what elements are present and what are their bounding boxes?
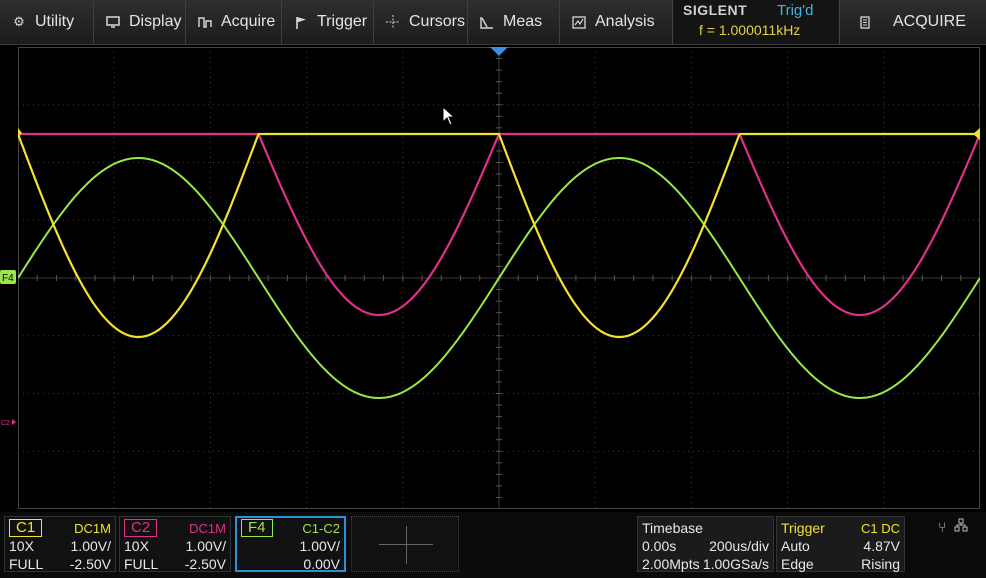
network-icon[interactable]: [954, 518, 968, 535]
trigger-mode: Auto: [781, 538, 810, 554]
flag-icon: [292, 16, 310, 29]
c1-offset: -2.50V: [69, 556, 111, 572]
monitor-icon: [104, 16, 122, 28]
trigger-panel[interactable]: Trigger C1 DC Auto 4.87V Edge Rising: [776, 516, 905, 572]
menu-cursors-label: Cursors: [409, 13, 466, 30]
waveform-display[interactable]: [18, 47, 980, 509]
f4-marker-label: F4: [2, 273, 14, 284]
menu-display-label: Display: [129, 13, 182, 30]
brand-status-panel: SIGLENT Trig'd f = 1.000011kHz: [672, 0, 840, 44]
frequency-counter: f = 1.000011kHz: [699, 22, 801, 38]
trigger-title: Trigger: [781, 520, 825, 536]
timebase-delay: 0.00s: [642, 538, 677, 554]
math-f4-panel[interactable]: F4 C1-C2 1.00V/ 0.00V: [235, 516, 346, 572]
memory-depth: 2.00Mpts: [642, 556, 700, 572]
sample-rate: 1.00GSa/s: [702, 556, 769, 572]
trigger-slope: Rising: [861, 556, 900, 572]
menu-display[interactable]: Display: [94, 0, 186, 44]
trigger-position-marker: [490, 47, 508, 56]
f4-offset: 0.00V: [303, 556, 340, 572]
analysis-icon: [570, 15, 588, 29]
c2-probe: 10X: [124, 538, 149, 554]
c2-offset-marker: [12, 419, 16, 425]
c1-coupling: DC1M: [74, 520, 111, 536]
timebase-title: Timebase: [642, 520, 703, 536]
menu-utility[interactable]: ⚙ Utility: [0, 0, 94, 44]
add-channel-slot[interactable]: [351, 516, 459, 572]
f4-label: F4: [241, 519, 273, 537]
menu-analysis-label: Analysis: [595, 13, 655, 30]
menu-acquire-label: Acquire: [221, 13, 276, 30]
channel-markers: F4 C2: [0, 128, 22, 427]
c1-scale: 1.00V/: [70, 538, 111, 554]
menu-analysis[interactable]: Analysis: [560, 0, 672, 44]
trigger-level-marker: [973, 128, 980, 140]
gear-icon: ⚙: [13, 14, 25, 29]
acquire-status-label: ACQUIRE: [893, 13, 966, 30]
trigger-source: C1 DC: [860, 520, 900, 536]
f4-source: C1-C2: [302, 520, 340, 536]
menu-acquire[interactable]: Acquire: [186, 0, 282, 44]
memory-icon: [856, 15, 874, 29]
c2-offset: -2.50V: [184, 556, 226, 572]
measure-icon: [478, 16, 496, 29]
menu-bar: ⚙ Utility Display Acquire Trigger Cursor…: [0, 0, 986, 45]
add-icon-vertical: [406, 526, 407, 564]
f4-scale: 1.00V/: [299, 538, 340, 554]
crosshair-icon: [384, 15, 402, 29]
c2-coupling: DC1M: [189, 520, 226, 536]
c2-scale: 1.00V/: [185, 538, 226, 554]
acquire-status-button[interactable]: ACQUIRE: [848, 0, 986, 44]
menu-trigger[interactable]: Trigger: [282, 0, 374, 44]
c1-bandwidth: FULL: [9, 556, 44, 572]
c2-marker-label: C2: [1, 420, 10, 427]
usb-icon[interactable]: ⑂: [938, 519, 946, 535]
trigger-level: 4.87V: [863, 538, 900, 554]
c1-label: C1: [9, 519, 43, 537]
info-bar: C1 DC1M 10X 1.00V/ FULL -2.50V C2 DC1M 1…: [0, 512, 986, 578]
menu-trigger-label: Trigger: [317, 13, 368, 30]
timebase-scale: 200us/div: [709, 538, 769, 554]
channel-1-panel[interactable]: C1 DC1M 10X 1.00V/ FULL -2.50V: [4, 516, 116, 572]
timebase-panel[interactable]: Timebase 0.00s 200us/div 2.00Mpts 1.00GS…: [637, 516, 774, 572]
menu-meas-label: Meas: [503, 13, 543, 30]
c1-offset-marker: [18, 128, 22, 138]
trigger-type: Edge: [781, 556, 814, 572]
c2-label: C2: [124, 519, 158, 537]
mouse-cursor: [442, 106, 456, 126]
c2-bandwidth: FULL: [124, 556, 159, 572]
c1-probe: 10X: [9, 538, 34, 554]
menu-utility-label: Utility: [35, 13, 75, 30]
menu-meas[interactable]: Meas: [468, 0, 560, 44]
system-icons: ⑂: [938, 518, 968, 535]
channel-2-panel[interactable]: C2 DC1M 10X 1.00V/ FULL -2.50V: [119, 516, 231, 572]
trigger-status: Trig'd: [777, 2, 814, 19]
acquire-icon: [196, 16, 214, 28]
menu-cursors[interactable]: Cursors: [374, 0, 468, 44]
siglent-logo: SIGLENT: [683, 2, 748, 18]
